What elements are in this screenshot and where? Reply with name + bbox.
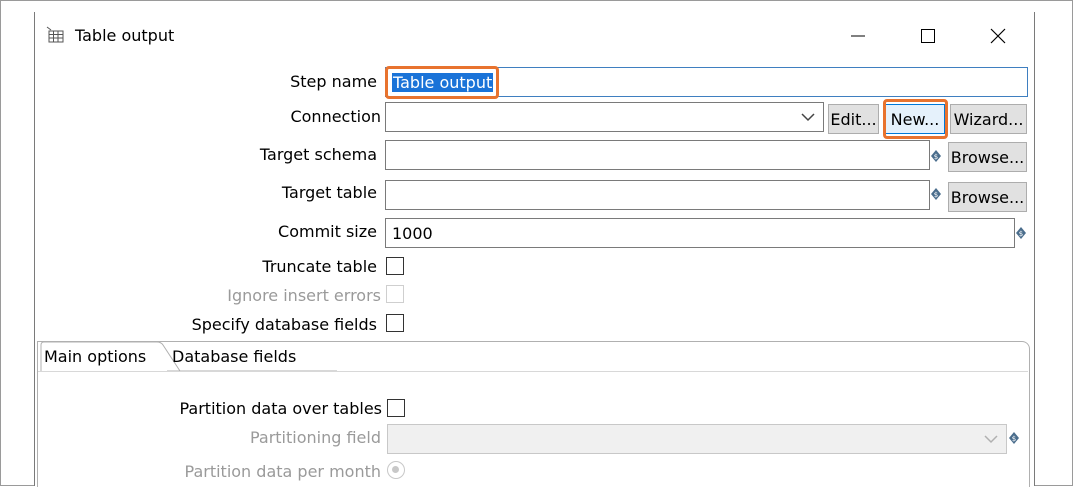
step-name-label: Step name [290, 72, 377, 91]
window-right-edge [1034, 12, 1035, 486]
browse-schema-button[interactable]: Browse... [948, 142, 1027, 172]
ignore-insert-errors-label: Ignore insert errors [227, 286, 381, 305]
connection-select[interactable] [385, 102, 824, 132]
variable-icon: $ [1016, 227, 1026, 239]
svg-text:$: $ [1012, 435, 1016, 443]
close-button[interactable] [963, 12, 1033, 60]
partition-per-month-radio[interactable] [387, 461, 405, 479]
maximize-button[interactable] [893, 12, 963, 60]
chevron-down-icon [801, 113, 815, 122]
connection-label: Connection [290, 107, 381, 126]
variable-icon: $ [931, 150, 941, 162]
truncate-table-checkbox[interactable] [386, 257, 404, 275]
target-table-input[interactable] [385, 180, 930, 210]
partition-per-month-label: Partition data per month [184, 462, 381, 481]
commit-size-value: 1000 [392, 223, 433, 243]
truncate-table-label: Truncate table [262, 257, 377, 276]
svg-text:$: $ [1019, 230, 1023, 238]
svg-text:$: $ [934, 153, 938, 161]
partitioning-field-select[interactable] [387, 424, 1007, 454]
commit-size-input[interactable]: 1000 [385, 218, 1015, 248]
target-table-label: Target table [281, 183, 377, 202]
variable-icon: $ [931, 188, 941, 200]
target-schema-input[interactable] [385, 140, 930, 170]
ignore-insert-errors-checkbox[interactable] [386, 285, 404, 303]
target-schema-label: Target schema [259, 145, 377, 164]
specify-database-fields-checkbox[interactable] [386, 314, 404, 332]
title-bar[interactable]: Table output [35, 12, 1034, 60]
commit-size-label: Commit size [278, 222, 377, 241]
tab-main-options[interactable]: Main options [44, 347, 146, 367]
edit-connection-button[interactable]: Edit... [828, 104, 879, 134]
window-title: Table output [75, 26, 175, 45]
svg-text:$: $ [934, 191, 938, 199]
variable-icon: $ [1009, 432, 1019, 444]
wizard-connection-button[interactable]: Wizard... [950, 104, 1027, 134]
table-output-dialog: Table output Step name Table output Conn… [35, 12, 1034, 487]
specify-database-fields-label: Specify database fields [191, 315, 377, 334]
chevron-down-icon [984, 435, 998, 444]
partition-over-tables-checkbox[interactable] [387, 399, 405, 417]
minimize-button[interactable] [823, 12, 893, 60]
partition-over-tables-label: Partition data over tables [179, 399, 382, 418]
radio-dot [392, 466, 399, 473]
maximize-icon [921, 29, 935, 43]
tab-database-fields[interactable]: Database fields [172, 347, 296, 367]
browse-table-button[interactable]: Browse... [948, 182, 1027, 212]
new-button-highlight [883, 99, 948, 139]
close-icon [990, 28, 1006, 44]
table-output-icon [46, 26, 64, 43]
minimize-icon [851, 35, 865, 37]
partitioning-field-label: Partitioning field [249, 428, 381, 447]
step-name-highlight [385, 66, 499, 99]
